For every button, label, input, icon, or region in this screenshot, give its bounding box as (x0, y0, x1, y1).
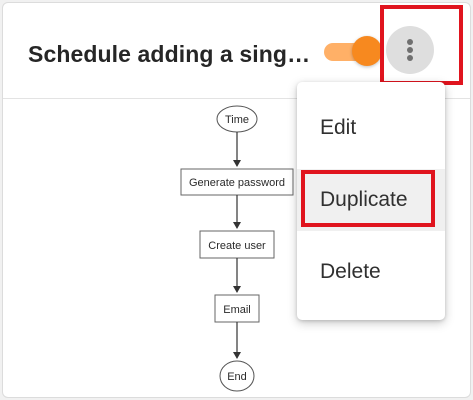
more-vertical-icon-dot-3 (407, 55, 413, 61)
card-title[interactable]: Schedule adding a single user (28, 41, 313, 68)
enable-toggle[interactable] (322, 36, 384, 66)
menu-item-duplicate[interactable]: Duplicate (297, 169, 445, 231)
more-options-button[interactable] (386, 26, 434, 74)
menu-item-edit[interactable]: Edit (297, 97, 445, 159)
card-options-menu: Edit Duplicate Delete (297, 82, 445, 320)
menu-item-delete[interactable]: Delete (297, 241, 445, 303)
more-vertical-icon-dot-2 (407, 47, 413, 53)
toggle-thumb (352, 36, 382, 66)
more-vertical-icon (407, 39, 413, 45)
